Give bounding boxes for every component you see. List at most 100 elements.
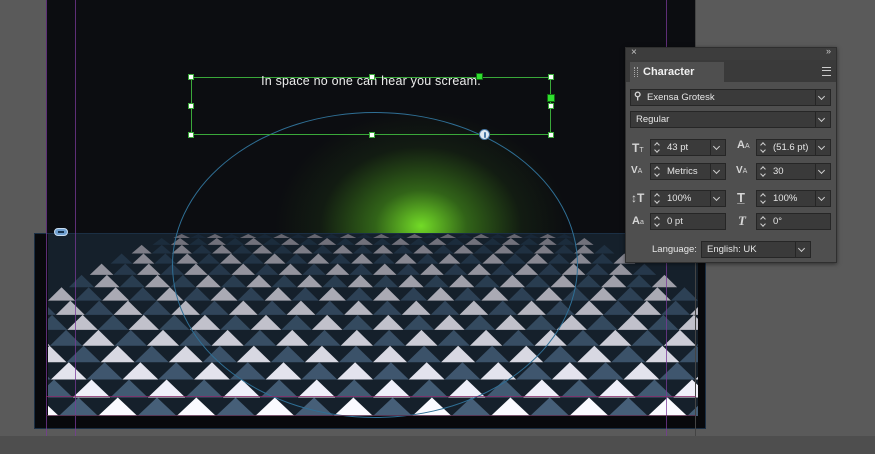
pattern-triangle [146,329,180,346]
chevron-down-icon[interactable] [795,242,810,257]
pattern-triangle [687,405,698,416]
panel-menu-icon[interactable] [822,67,831,76]
pattern-triangle [591,253,614,264]
font-style-field[interactable]: Regular [630,111,831,128]
pattern-triangle [586,314,618,330]
pattern-triangle [97,314,129,330]
tab-character[interactable]: Character [630,62,724,82]
kerning-field[interactable]: Metrics [650,163,726,180]
ellipse-frame[interactable] [172,112,578,418]
chevron-down-icon[interactable] [710,164,725,179]
horizontal-scale-field[interactable]: 100% [756,190,831,207]
font-size-field[interactable]: 43 pt [650,139,726,156]
chevron-down-icon[interactable] [815,191,830,206]
chevron-down-icon[interactable] [815,164,830,179]
skew-field[interactable]: 0° [756,213,831,230]
pattern-triangle [67,314,98,330]
language-value: English: UK [707,244,757,255]
pattern-triangle [48,345,67,363]
pattern-triangle [659,362,696,380]
leading-stepper[interactable] [758,141,768,154]
pattern-triangle [144,274,171,288]
grip-icon[interactable] [634,67,638,77]
panel-titlebar[interactable] [626,48,836,60]
pattern-triangle [632,263,657,275]
skew-value: 0° [773,216,783,227]
pattern-triangle [601,274,627,288]
pattern-triangle [48,343,50,346]
handle-middle-right[interactable] [548,103,554,109]
pattern-triangle [128,314,160,330]
pattern-triangle [114,329,147,346]
chevron-down-icon[interactable] [815,112,830,127]
leading-field[interactable]: (51.6 pt) [756,139,831,156]
pattern-triangle [137,397,177,416]
skew-icon: T [738,213,746,228]
pattern-triangle [631,329,664,346]
font-style-value: Regular [636,114,670,125]
pattern-triangle [185,379,223,398]
chevron-down-icon[interactable] [815,140,830,155]
content-grabber-icon[interactable] [479,129,490,140]
pattern-triangle [84,300,114,315]
pattern-triangle [530,397,570,416]
baseline-shift-field[interactable]: 0 pt [650,213,726,230]
handle-top-left[interactable] [188,74,194,80]
vertical-scale-value: 100% [667,193,692,204]
font-family-field[interactable]: ⚲ Exensa Grotesk [630,89,831,106]
tracking-stepper[interactable] [758,165,768,178]
pattern-triangle [569,397,609,416]
in-port[interactable] [476,73,483,80]
chevron-down-icon[interactable] [710,191,725,206]
pattern-triangle [645,345,680,363]
chevron-down-icon[interactable] [710,140,725,155]
handle-bottom-left[interactable] [188,132,194,138]
chevron-down-icon[interactable] [815,90,830,105]
pattern-triangle [48,307,56,315]
close-icon[interactable]: × [631,47,637,58]
pattern-triangle [113,300,143,315]
pattern-triangle [147,379,186,398]
pattern-triangle [626,274,652,288]
pattern-triangle [113,263,137,275]
horizontal-scale-stepper[interactable] [758,192,768,205]
font-size-value: 43 pt [667,142,689,153]
character-panel[interactable]: × » Character ⚲ Exensa Grotesk Regular T… [625,46,837,263]
margin-guide-bottom [46,396,696,397]
kerning-stepper[interactable] [652,165,662,178]
language-select[interactable]: English: UK [701,241,811,258]
pattern-triangle [129,287,157,301]
link-icon[interactable] [54,228,68,236]
pattern-triangle [98,397,138,416]
baseline-shift-icon: Aa [632,215,644,227]
pattern-triangle [609,263,633,275]
handle-bottom-center[interactable] [369,132,375,138]
vertical-scale-field[interactable]: 100% [650,190,726,207]
pattern-triangle [594,244,615,254]
pattern-triangle [89,263,114,275]
skew-stepper[interactable] [758,215,768,228]
out-port[interactable] [547,94,555,102]
pattern-triangle [49,329,83,346]
tracking-field[interactable]: 30 [756,163,831,180]
handle-bottom-right[interactable] [548,132,554,138]
pattern-triangle [75,287,103,301]
pattern-triangle [176,397,216,416]
pattern-triangle [152,237,171,245]
leading-value: (51.6 pt) [773,142,809,153]
pattern-triangle [55,300,85,315]
pattern-triangle [119,274,145,288]
vertical-scale-stepper[interactable] [652,192,662,205]
pattern-triangle [86,362,123,380]
pattern-triangle [617,314,649,330]
pasteboard-bottom-strip [0,436,875,454]
handle-middle-left[interactable] [188,103,194,109]
pattern-triangle [670,287,698,301]
font-size-stepper[interactable] [652,141,662,154]
collapse-icon[interactable]: » [826,46,831,56]
handle-top-center[interactable] [369,74,375,80]
handle-top-right[interactable] [548,74,554,80]
baseline-shift-stepper[interactable] [652,215,662,228]
pattern-triangle [551,362,588,380]
pattern-triangle [574,300,604,315]
